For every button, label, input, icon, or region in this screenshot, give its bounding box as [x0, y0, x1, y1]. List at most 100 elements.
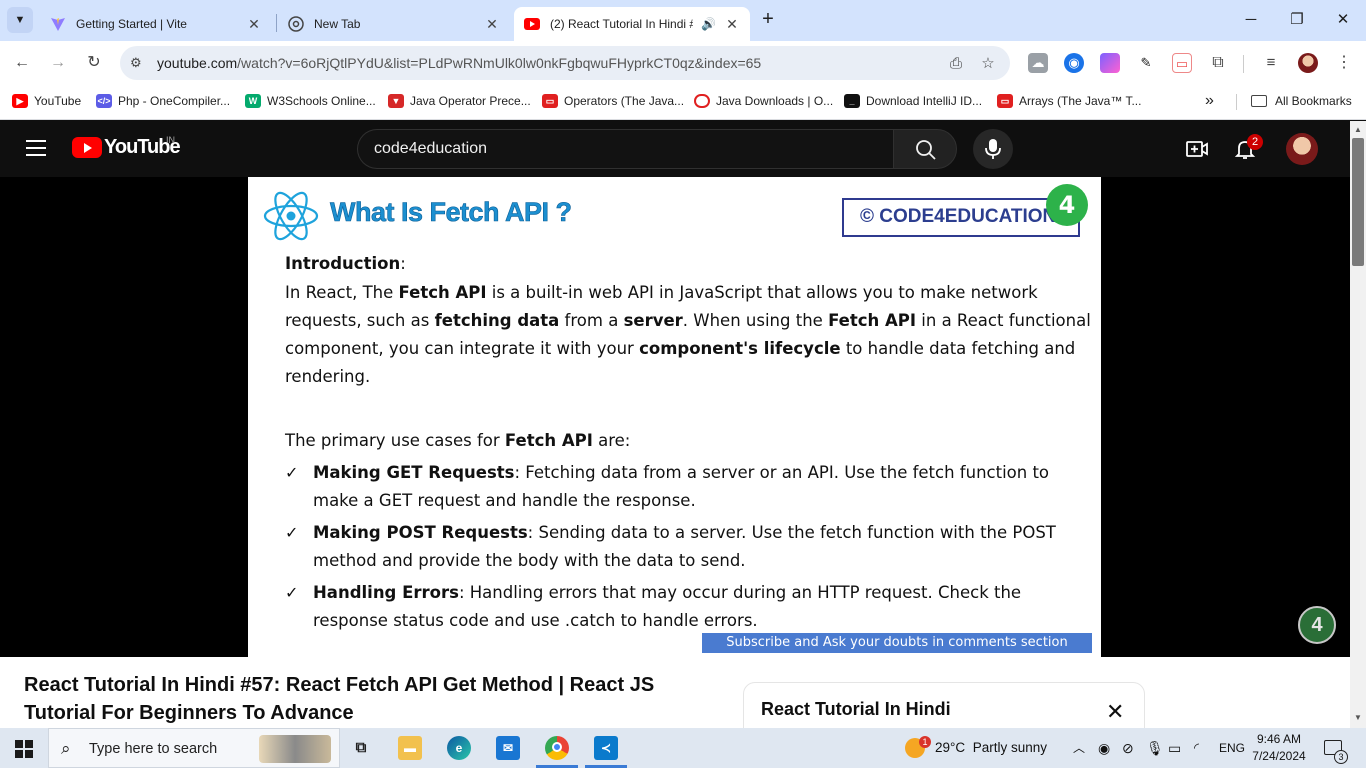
tab-title: New Tab — [314, 17, 361, 31]
youtube-search-button[interactable] — [893, 129, 957, 169]
vscode-icon[interactable]: ≺ — [594, 736, 618, 760]
bookmark-w3schools[interactable]: W W3Schools Online... — [245, 92, 376, 110]
subscribe-banner: Subscribe and Ask your doubts in comment… — [702, 633, 1092, 653]
mail-icon[interactable]: ✉ — [496, 736, 520, 760]
video-player[interactable]: What Is Fetch API ? © CODE4EDUCATION 4 I… — [0, 177, 1350, 657]
all-bookmarks-button[interactable]: All Bookmarks — [1251, 92, 1352, 110]
extensions-puzzle-icon[interactable]: ⧉ — [1208, 53, 1228, 73]
task-view-icon[interactable]: ⧉ — [349, 736, 373, 760]
create-video-icon[interactable] — [1185, 137, 1209, 161]
minimize-button[interactable]: ─ — [1236, 8, 1266, 32]
bookmark-youtube[interactable]: ▶ YouTube — [12, 92, 81, 110]
intro-line-3: component, you can integrate it with you… — [285, 339, 1076, 358]
language-indicator[interactable]: ENG — [1219, 728, 1245, 768]
slide-heading: What Is Fetch API ? — [330, 197, 573, 228]
use-case-2-line-2: method and provide the body with the dat… — [313, 551, 746, 570]
restore-button[interactable]: ❐ — [1282, 8, 1312, 32]
youtube-icon — [524, 16, 540, 32]
system-clock[interactable]: 9:46 AM 7/24/2024 — [1246, 731, 1312, 765]
scroll-up-icon[interactable]: ▲ — [1354, 125, 1362, 134]
page-scrollbar[interactable]: ▲ ▼ — [1350, 121, 1366, 728]
chrome-menu-icon[interactable]: ⋮ — [1334, 53, 1354, 73]
chrome-taskbar-icon[interactable] — [545, 736, 569, 760]
windows-start-icon[interactable] — [15, 740, 33, 758]
forward-button[interactable]: → — [45, 50, 71, 76]
shield-icon: ▼ — [388, 94, 404, 108]
youtube-search-box — [357, 129, 894, 169]
playlist-title[interactable]: React Tutorial In Hindi — [761, 699, 951, 720]
extension-cloud-icon[interactable]: ☁ — [1028, 53, 1048, 73]
close-icon[interactable]: ✕ — [484, 16, 500, 33]
video-frame-slide: What Is Fetch API ? © CODE4EDUCATION 4 I… — [248, 177, 1101, 657]
use-case-2-line-1: Making POST Requests: Sending data to a … — [313, 523, 1056, 542]
youtube-header: YouTube IN — [0, 121, 1350, 177]
browser-tab-strip: ▼ Getting Started | Vite ✕ New Tab ✕ (2)… — [0, 0, 1366, 41]
weather-widget[interactable]: 29°C Partly sunny — [905, 728, 1047, 768]
speaker-icon[interactable]: 🔊 — [701, 17, 716, 31]
intro-line-1: In React, The Fetch API is a built-in we… — [285, 283, 1038, 302]
youtube-search-input[interactable] — [358, 130, 858, 168]
taskbar-search-placeholder: Type here to search — [89, 741, 218, 757]
close-icon[interactable]: ✕ — [246, 16, 262, 33]
voice-search-button[interactable] — [973, 129, 1013, 169]
tab-title: (2) React Tutorial In Hindi # — [550, 17, 694, 31]
brand-box: © CODE4EDUCATION — [842, 198, 1080, 237]
edge-icon[interactable]: e — [447, 736, 471, 760]
wifi-icon[interactable]: ◜ — [1194, 728, 1199, 768]
menu-icon[interactable] — [26, 140, 46, 156]
check-icon: ✓ — [285, 463, 299, 482]
back-button[interactable]: ← — [9, 50, 35, 76]
network-icon[interactable]: ⊘ — [1122, 728, 1134, 768]
windows-taskbar: ⌕ Type here to search ⧉ ▬ e ✉ ≺ 29°C Par… — [0, 728, 1366, 768]
bookmark-php-onecompiler[interactable]: </> Php - OneCompiler... — [96, 92, 230, 110]
new-tab-button[interactable]: + — [757, 9, 779, 31]
bookmark-operators-java[interactable]: ▭ Operators (The Java... — [542, 92, 684, 110]
use-case-1-line-2: make a GET request and handle the respon… — [313, 491, 696, 510]
close-playlist-icon[interactable]: ✕ — [1106, 701, 1124, 723]
tray-record-icon[interactable]: ◉ — [1098, 728, 1110, 768]
bookmark-arrays-java[interactable]: ▭ Arrays (The Java™ T... — [997, 92, 1141, 110]
browser-toolbar: ← → ↻ ⚙ youtube.com/watch?v=6oRjQtlPYdU&… — [0, 41, 1366, 84]
microphone-tray-icon[interactable]: 🎙 — [1146, 728, 1164, 768]
eyedropper-icon[interactable]: ✎ — [1136, 53, 1156, 73]
battery-icon[interactable]: ▭ — [1168, 728, 1181, 768]
extension-globe-icon[interactable]: ◉ — [1064, 53, 1084, 73]
extension-note-icon[interactable]: ▭ — [1172, 53, 1192, 73]
youtube-logo[interactable]: YouTube — [72, 136, 181, 159]
scrollbar-thumb[interactable] — [1352, 138, 1364, 266]
w3schools-icon: W — [245, 94, 261, 108]
reload-button[interactable]: ↻ — [81, 50, 107, 76]
profile-avatar[interactable] — [1298, 53, 1318, 73]
search-highlight-image — [259, 735, 331, 763]
taskbar-search-box[interactable]: ⌕ Type here to search — [48, 728, 340, 768]
channel-watermark-logo[interactable]: 4 — [1298, 606, 1336, 644]
media-control-icon[interactable]: ≡ — [1261, 53, 1281, 73]
bookmark-java-downloads[interactable]: Java Downloads | O... — [694, 92, 833, 110]
extension-colorful-icon[interactable] — [1100, 53, 1120, 73]
file-explorer-icon[interactable]: ▬ — [398, 736, 422, 760]
tab-search-button[interactable]: ▼ — [7, 7, 33, 33]
scroll-down-icon[interactable]: ▼ — [1354, 713, 1362, 722]
tab-youtube-active[interactable]: (2) React Tutorial In Hindi # 🔊 ✕ — [514, 7, 750, 41]
close-icon[interactable]: ✕ — [724, 16, 740, 33]
microphone-icon — [985, 139, 1001, 159]
window-close-button[interactable]: ✕ — [1328, 8, 1358, 32]
bookmark-java-operator[interactable]: ▼ Java Operator Prece... — [388, 92, 531, 110]
brand-badge-logo: 4 — [1046, 184, 1088, 226]
use-case-3-line-2: response status code and use .catch to h… — [313, 611, 758, 630]
install-app-icon[interactable]: ⎙ — [946, 54, 966, 74]
clock-time: 9:46 AM — [1256, 732, 1302, 746]
tray-chevron-up-icon[interactable]: ︿ — [1073, 728, 1085, 768]
youtube-account-avatar[interactable] — [1286, 133, 1318, 165]
bookmark-star-icon[interactable]: ☆ — [978, 54, 998, 74]
site-info-icon[interactable]: ⚙ — [130, 55, 142, 71]
bookmark-intellij[interactable]: _ Download IntelliJ ID... — [844, 92, 982, 110]
tab-vite[interactable]: Getting Started | Vite ✕ — [40, 7, 272, 41]
url-text[interactable]: youtube.com/watch?v=6oRjQtlPYdU&list=PLd… — [157, 55, 761, 71]
bookmarks-overflow-chevron-icon[interactable]: » — [1205, 92, 1214, 110]
chevron-down-icon: ▼ — [14, 14, 26, 26]
clock-date: 7/24/2024 — [1252, 749, 1306, 763]
tab-new-tab[interactable]: New Tab ✕ — [278, 7, 510, 41]
chrome-icon — [288, 16, 304, 32]
address-bar[interactable]: ⚙ youtube.com/watch?v=6oRjQtlPYdU&list=P… — [120, 46, 1010, 80]
